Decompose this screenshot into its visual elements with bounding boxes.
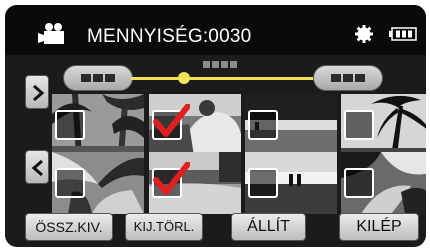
thumbnail-7[interactable] <box>245 152 337 214</box>
top-bar: MENNYISÉG:0030 <box>5 5 426 55</box>
prev-page-button[interactable] <box>25 150 49 184</box>
battery-icon <box>389 27 417 41</box>
thumbnail-2[interactable] <box>149 94 241 156</box>
thumbnail-4[interactable] <box>341 94 426 156</box>
chevron-left-icon <box>31 160 43 176</box>
thumbnail-checkbox[interactable] <box>152 104 190 140</box>
thumbnail-checkbox[interactable] <box>152 162 190 198</box>
movie-camera-icon <box>38 23 64 44</box>
seek-knob[interactable] <box>178 72 190 84</box>
page-indicator <box>203 61 237 68</box>
thumbnail-checkbox[interactable] <box>55 168 85 198</box>
thumbnail-5[interactable] <box>52 152 144 214</box>
next-page-button[interactable] <box>25 75 49 109</box>
thumbnail-8[interactable] <box>341 152 426 214</box>
thumbnail-3[interactable] <box>245 94 337 156</box>
seek-back-dots <box>81 74 115 82</box>
thumbnail-1[interactable] <box>52 94 144 156</box>
seek-forward-dots <box>331 74 365 82</box>
thumbnail-checkbox[interactable] <box>248 168 278 198</box>
thumbnail-checkbox[interactable] <box>55 110 85 140</box>
thumbnail-checkbox[interactable] <box>344 168 374 198</box>
exit-button[interactable]: KILÉP <box>339 213 419 241</box>
thumbnail-checkbox[interactable] <box>344 110 374 140</box>
gear-icon <box>355 25 373 43</box>
clear-selection-button[interactable]: KIJ.TÖRL. <box>125 213 203 241</box>
select-all-button[interactable]: ÖSSZ.KIV. <box>25 213 113 241</box>
chevron-right-icon <box>33 85 45 101</box>
screen: MENNYISÉG:0030 ÖSSZ.KIV. KIJ.TÖRL. ÁLLÍT… <box>5 5 426 247</box>
seek-forward-button[interactable] <box>313 65 383 91</box>
checkmark-icon <box>153 162 190 195</box>
page-title: MENNYISÉG:0030 <box>87 26 252 47</box>
checkmark-icon <box>153 104 190 137</box>
thumbnail-checkbox[interactable] <box>248 110 278 140</box>
seek-track[interactable] <box>131 77 314 80</box>
set-button[interactable]: ÁLLÍT <box>231 213 306 241</box>
seek-back-button[interactable] <box>63 65 133 91</box>
thumbnail-6[interactable] <box>149 152 241 214</box>
